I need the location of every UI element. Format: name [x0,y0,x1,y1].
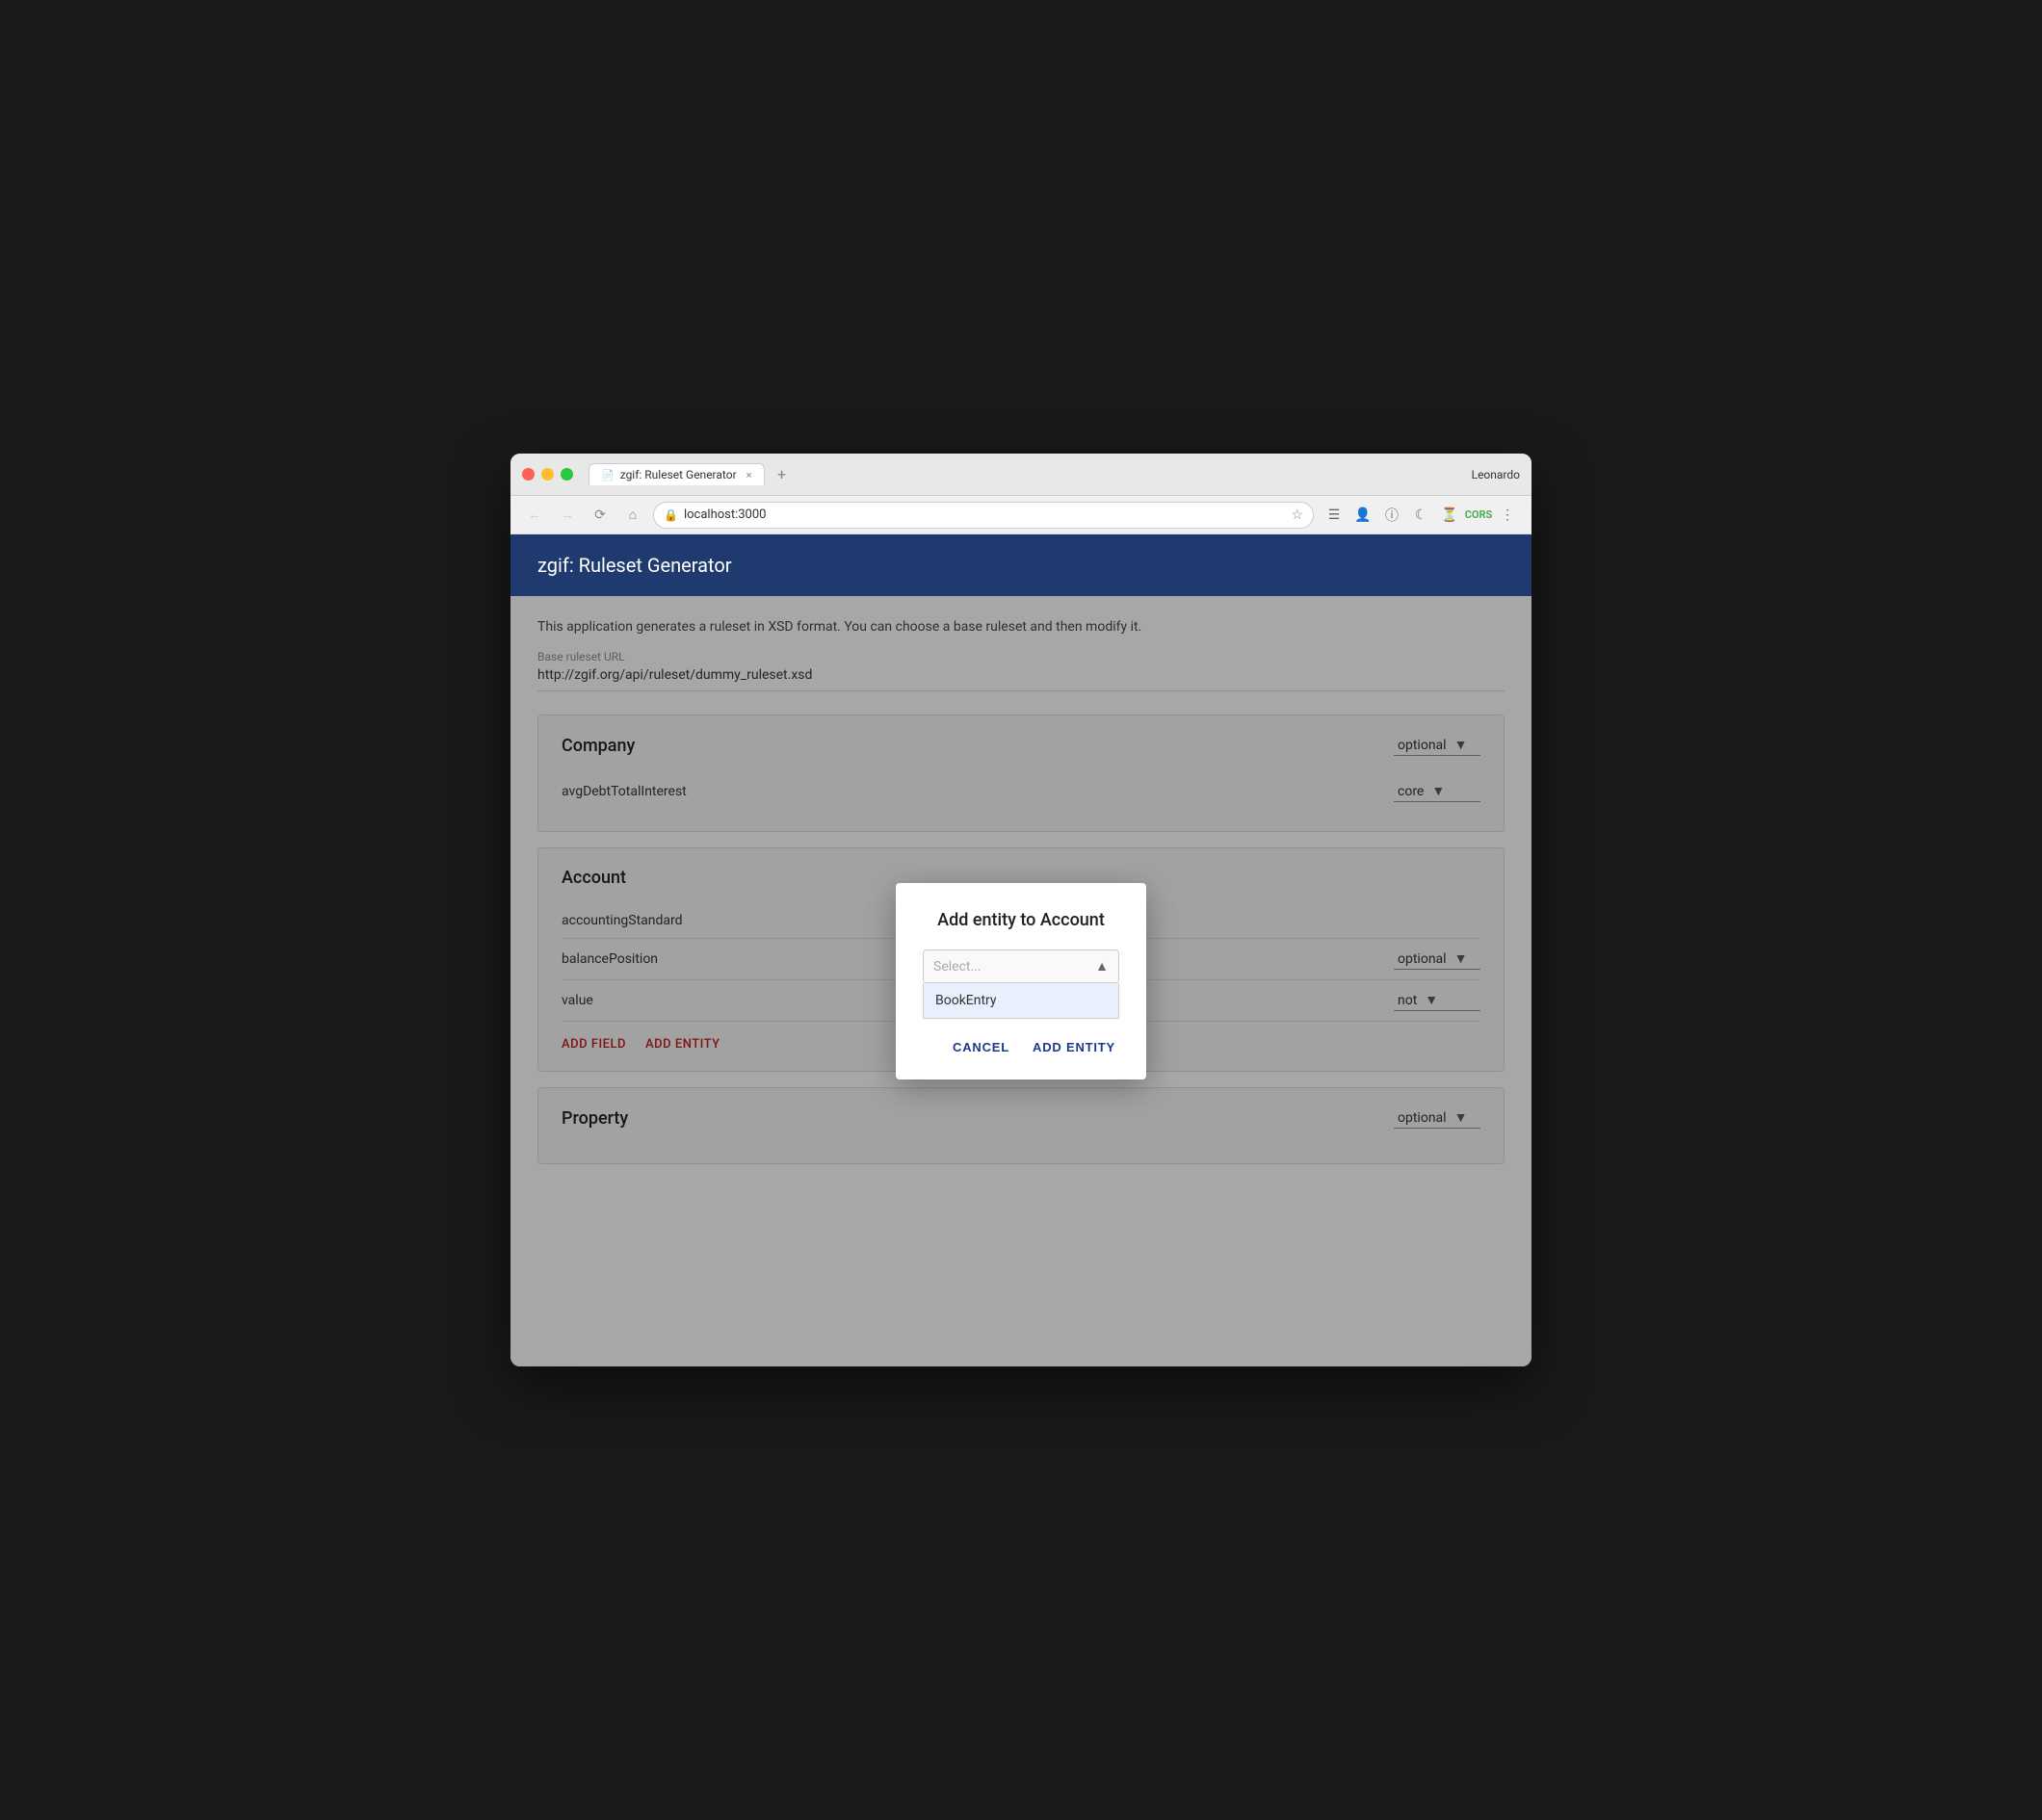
app-header: zgif: Ruleset Generator [510,534,1532,596]
user-label: Leonardo [1472,468,1520,481]
active-tab[interactable]: 📄 zgif: Ruleset Generator × [589,463,765,485]
clock-icon[interactable]: ⏳ [1437,503,1462,528]
dialog-dropdown: BookEntry [923,983,1119,1019]
home-button[interactable]: ⌂ [620,503,645,528]
forward-button[interactable]: → [555,503,580,528]
tab-close-icon[interactable]: × [746,469,752,481]
info-icon[interactable]: ⓘ [1379,503,1404,528]
close-button[interactable] [522,468,535,481]
new-tab-button[interactable]: + [771,463,794,486]
dialog-overlay: Add entity to Account Select... ▲ BookEn… [510,596,1532,1366]
nav-bar: ← → ⟳ ⌂ 🔒 localhost:3000 ☆ ☰ 👤 ⓘ ☾ ⏳ COR… [510,496,1532,534]
cors-icon[interactable]: CORS [1466,503,1491,528]
book-entry-option[interactable]: BookEntry [924,983,1118,1018]
dialog-select-trigger[interactable]: Select... ▲ [923,949,1119,983]
profile-icon[interactable]: 👤 [1350,503,1375,528]
back-button[interactable]: ← [522,503,547,528]
nav-actions: ☰ 👤 ⓘ ☾ ⏳ CORS ⋮ [1322,503,1520,528]
address-bar[interactable]: 🔒 localhost:3000 ☆ [653,502,1314,529]
dialog-select-container: Select... ▲ BookEntry [923,949,1119,1019]
add-entity-dialog: Add entity to Account Select... ▲ BookEn… [896,883,1146,1079]
tab-bar: 📄 zgif: Ruleset Generator × + [589,463,1472,486]
bookmark-icon[interactable]: ☆ [1291,507,1303,523]
dialog-select-up-arrow: ▲ [1095,958,1109,975]
page-content: This application generates a ruleset in … [510,596,1532,1366]
dialog-title: Add entity to Account [923,910,1119,930]
address-text: localhost:3000 [684,507,1285,522]
dialog-actions: CANCEL ADD ENTITY [923,1034,1119,1060]
add-entity-dialog-button[interactable]: ADD ENTITY [1029,1034,1119,1060]
tab-title: zgif: Ruleset Generator [620,468,737,481]
extensions-icon[interactable]: ☰ [1322,503,1347,528]
browser-window: 📄 zgif: Ruleset Generator × + Leonardo ←… [510,454,1532,1366]
dialog-select-placeholder: Select... [933,959,982,975]
moon-icon[interactable]: ☾ [1408,503,1433,528]
cancel-button[interactable]: CANCEL [949,1034,1013,1060]
reload-button[interactable]: ⟳ [588,503,613,528]
tab-page-icon: 📄 [601,469,615,481]
maximize-button[interactable] [561,468,573,481]
menu-icon[interactable]: ⋮ [1495,503,1520,528]
security-icon: 🔒 [664,508,678,522]
app-title: zgif: Ruleset Generator [537,554,1505,577]
minimize-button[interactable] [541,468,554,481]
traffic-lights [522,468,573,481]
title-bar: 📄 zgif: Ruleset Generator × + Leonardo [510,454,1532,496]
